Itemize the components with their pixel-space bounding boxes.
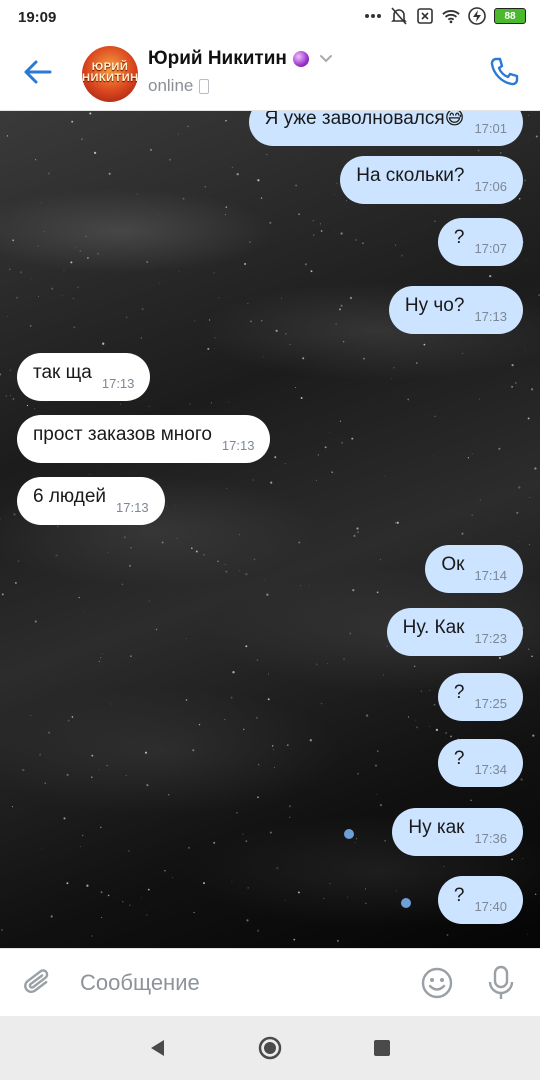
outgoing-message[interactable]: На скольки? 17:06 [340,156,523,204]
crystal-ball-emoji [292,51,309,67]
nav-home-button[interactable] [258,1036,282,1060]
message-text: ? [453,227,465,248]
message-time: 17:13 [116,499,149,515]
message-time: 17:25 [474,695,507,711]
incoming-message[interactable]: прост заказов много 17:13 [17,415,271,463]
wifi-icon [442,7,460,25]
message-time: 17:36 [474,830,507,846]
outgoing-message[interactable]: Ну. Как 17:23 [386,608,523,656]
message-text: На скольки? [356,165,465,186]
outgoing-message[interactable]: ? 17:25 [437,673,523,721]
message-time: 17:07 [474,240,507,256]
system-nav-bar [0,1016,540,1080]
message-text: Ну как [408,817,465,838]
emoji-icon [421,967,453,999]
outgoing-message[interactable]: ? 17:07 [437,218,523,266]
more-notifications-icon [364,7,382,25]
message-time: 17:13 [221,437,255,453]
charging-icon [468,7,486,25]
outgoing-message[interactable]: ? 17:34 [437,739,523,787]
incoming-message[interactable]: так ща 17:13 [17,353,151,401]
message-time: 17:13 [101,375,135,391]
message-text: так ща [33,362,92,383]
message-text: Ну чо? [404,295,465,316]
outgoing-message[interactable]: ? 17:40 [437,876,523,924]
message-list[interactable]: Я уже заволновался😅 17:01 На скольки? 17:06… [0,111,540,948]
contact-name: Юрий Никитин [148,48,287,69]
message-composer [0,948,540,1017]
chat-title[interactable]: Юрий Никитин online [148,48,333,96]
status-icons: 88 [364,7,526,25]
sim-icon [416,7,434,25]
mobile-online-icon [199,78,210,94]
attach-icon [24,969,49,994]
message-time: 17:13 [474,308,507,324]
message-text: Ок [441,554,465,575]
phone-icon [490,57,519,86]
message-text: ? [453,682,465,703]
back-arrow-icon [24,60,52,84]
chat-header: ЮРИЙ НИКИТИН Юрий Никитин online [0,34,540,111]
mute-icon [390,7,408,25]
outgoing-message[interactable]: Ну чо? 17:13 [388,286,523,334]
unread-indicator [344,829,354,839]
message-time: 17:06 [474,178,507,194]
incoming-message[interactable]: 6 людей 17:13 [17,477,165,525]
message-text: Я уже заволновался😅 [264,111,465,129]
contact-status: online [148,76,194,95]
nav-back-button[interactable] [145,1036,169,1060]
nav-recents-icon [374,1040,390,1056]
message-time: 17:23 [474,630,507,646]
nav-back-icon [151,1040,164,1056]
nav-home-icon [258,1036,282,1060]
message-text: ? [453,748,465,769]
message-text: прост заказов много [33,424,212,445]
message-text: 6 людей [33,486,107,507]
status-time: 19:09 [18,9,57,26]
message-input[interactable] [80,969,380,997]
message-time: 17:40 [474,898,507,914]
chevron-down-icon [319,55,332,63]
outgoing-message[interactable]: Ок 17:14 [425,545,523,593]
voice-message-button[interactable] [486,964,516,1002]
call-button[interactable] [488,56,520,88]
back-button[interactable] [22,58,54,86]
avatar[interactable]: ЮРИЙ НИКИТИН [82,46,138,102]
unread-indicator [401,898,411,908]
message-text: ? [453,885,465,906]
message-time: 17:14 [474,567,507,583]
outgoing-message[interactable]: Я уже заволновался😅 17:01 [248,111,523,146]
message-text: Ну. Как [402,617,465,638]
message-time: 17:01 [474,120,507,136]
battery-level: 88 [494,8,526,24]
mic-icon [488,965,514,999]
nav-recents-button[interactable] [370,1036,394,1060]
message-time: 17:34 [474,761,507,777]
status-bar: 19:09 88 [0,0,540,34]
attach-button[interactable] [22,967,54,999]
avatar-logo-text: ЮРИЙ НИКИТИН [82,61,138,84]
emoji-button[interactable] [420,966,454,1000]
outgoing-message[interactable]: Ну как 17:36 [392,808,523,856]
